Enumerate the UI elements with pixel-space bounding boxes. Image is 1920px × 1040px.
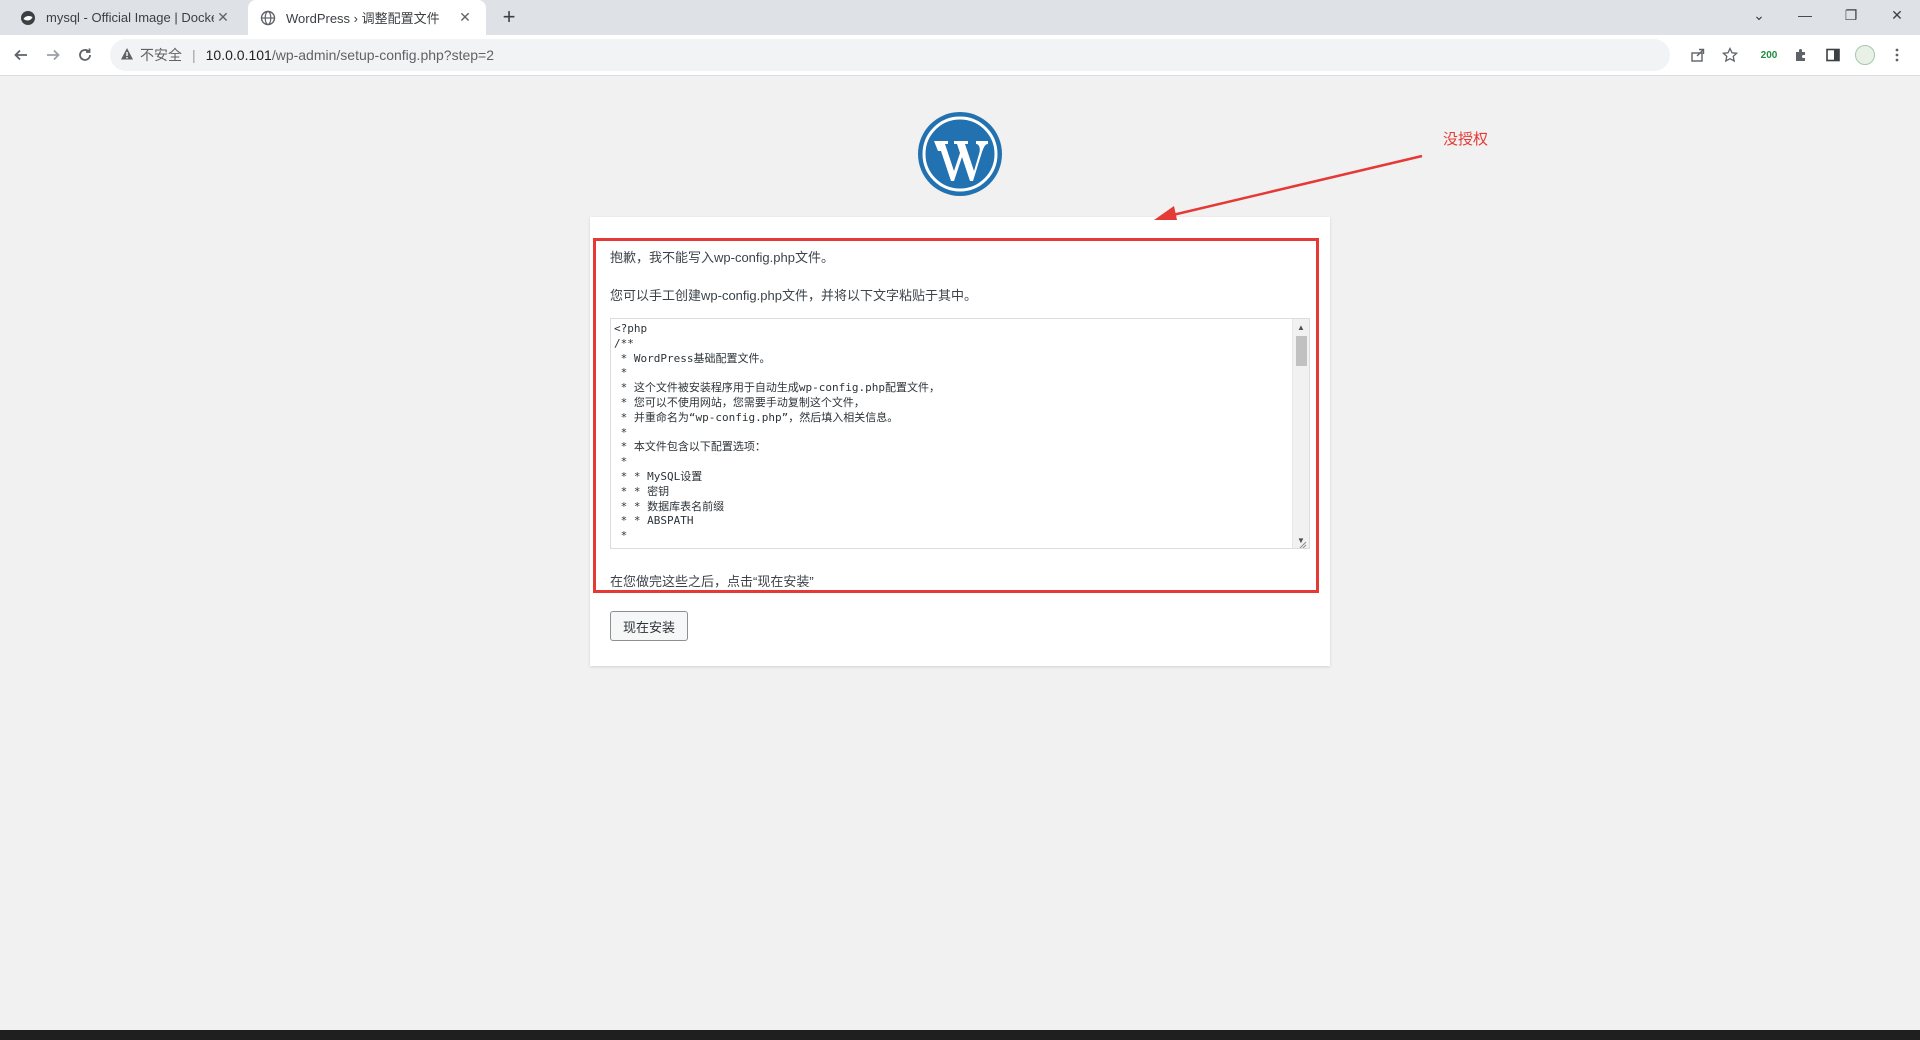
star-icon[interactable] — [1718, 43, 1742, 67]
sidebar-icon[interactable] — [1821, 43, 1845, 67]
tab-title: WordPress › 调整配置文件 — [286, 11, 440, 26]
close-icon[interactable]: ✕ — [214, 9, 232, 27]
puzzle-icon[interactable] — [1789, 43, 1813, 67]
profile-avatar[interactable] — [1853, 43, 1877, 67]
install-now-button[interactable]: 现在安装 — [610, 611, 688, 641]
docker-icon — [20, 10, 36, 26]
forward-icon[interactable] — [40, 42, 66, 68]
close-window-button[interactable]: ✕ — [1874, 0, 1920, 30]
address-bar[interactable]: 不安全 | 10.0.0.101 /wp-admin/setup-config.… — [110, 39, 1670, 71]
close-icon[interactable]: ✕ — [456, 9, 474, 27]
annotation-arrow-icon — [1154, 154, 1423, 220]
wordpress-logo-icon[interactable] — [917, 111, 1003, 197]
tab-wordpress-setup[interactable]: WordPress › 调整配置文件 ✕ — [248, 0, 486, 35]
new-tab-button[interactable]: + — [498, 6, 520, 29]
maximize-button[interactable]: ❐ — [1828, 0, 1874, 30]
warning-icon[interactable] — [120, 47, 134, 64]
tab-title: mysql - Official Image | Docker — [46, 10, 214, 25]
browser-toolbar: 不安全 | 10.0.0.101 /wp-admin/setup-config.… — [0, 35, 1920, 76]
taskbar — [0, 1030, 1920, 1040]
divider: | — [192, 47, 196, 63]
avatar — [1855, 45, 1875, 65]
menu-icon[interactable] — [1885, 43, 1909, 67]
extension-badge[interactable]: 200 — [1757, 43, 1781, 67]
url-host[interactable]: 10.0.0.101 — [206, 47, 272, 63]
tab-mysql-docker[interactable]: mysql - Official Image | Docker ✕ — [8, 0, 244, 35]
tab-search-icon[interactable]: ⌄ — [1736, 0, 1782, 30]
back-icon[interactable] — [8, 42, 34, 68]
share-icon[interactable] — [1686, 43, 1710, 67]
tab-strip: mysql - Official Image | Docker ✕ WordPr… — [0, 0, 1920, 35]
globe-icon — [260, 10, 276, 26]
minimize-button[interactable]: — — [1782, 0, 1828, 30]
reload-icon[interactable] — [72, 42, 98, 68]
annotation-highlight-box — [593, 238, 1319, 593]
url-path[interactable]: /wp-admin/setup-config.php?step=2 — [272, 47, 494, 63]
annotation-label: 没授权 — [1443, 131, 1489, 148]
security-label[interactable]: 不安全 — [140, 45, 182, 65]
